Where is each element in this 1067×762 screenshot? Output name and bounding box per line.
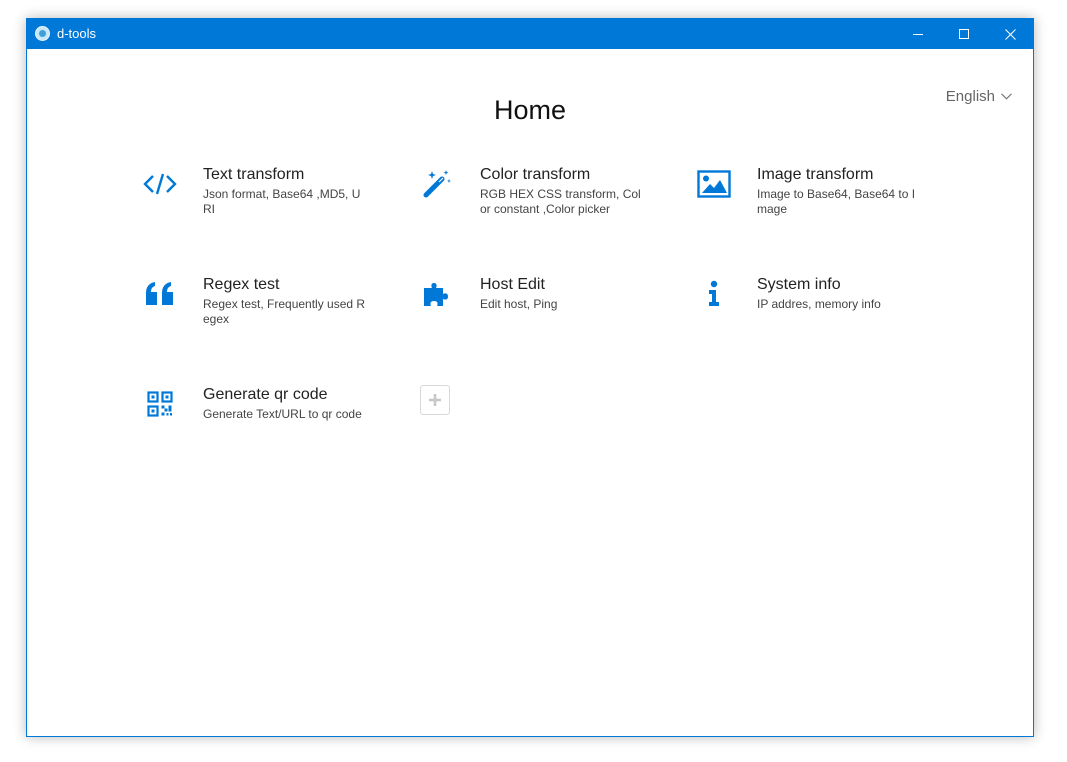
tool-color-transform[interactable]: Color transform RGB HEX CSS transform, C… (420, 165, 680, 245)
language-select[interactable]: English (946, 88, 1012, 105)
magic-wand-icon (420, 167, 454, 201)
tool-system-info[interactable]: System info IP addres, memory info (697, 275, 957, 355)
info-icon (697, 277, 731, 311)
tool-description: Edit host, Ping (480, 297, 558, 311)
qrcode-icon (143, 387, 177, 421)
tool-description: Regex test, Frequently used Regex (203, 297, 366, 326)
window-title: d-tools (57, 26, 97, 41)
main-content: Home English Text transform Json format,… (27, 49, 1033, 737)
tool-name: Image transform (757, 166, 874, 183)
maximize-button[interactable] (941, 19, 987, 49)
tool-generate-qr-code[interactable]: Generate qr code Generate Text/URL to qr… (143, 385, 403, 465)
plus-icon (429, 394, 441, 406)
tool-name: Text transform (203, 166, 305, 183)
tool-name: System info (757, 276, 841, 293)
tool-name: Color transform (480, 166, 591, 183)
close-icon (1004, 28, 1016, 40)
minimize-button[interactable] (895, 19, 941, 49)
tool-description: Image to Base64, Base64 to Image (757, 187, 916, 216)
add-tool-button[interactable] (420, 385, 450, 415)
tool-description: IP addres, memory info (757, 297, 881, 311)
tool-image-transform[interactable]: Image transform Image to Base64, Base64 … (697, 165, 957, 245)
tool-host-edit[interactable]: Host Edit Edit host, Ping (420, 275, 680, 355)
minimize-icon (913, 34, 923, 35)
app-window: d-tools Home English Text transform Json… (26, 18, 1034, 737)
tool-description: Generate Text/URL to qr code (203, 407, 362, 421)
chevron-down-icon (1001, 93, 1012, 100)
quote-icon (143, 277, 177, 311)
code-icon (143, 167, 177, 201)
tool-text-transform[interactable]: Text transform Json format, Base64 ,MD5,… (143, 165, 403, 245)
tool-description: Json format, Base64 ,MD5, URI (203, 187, 361, 216)
close-button[interactable] (987, 19, 1033, 49)
page-title: Home (493, 95, 567, 125)
tool-regex-test[interactable]: Regex test Regex test, Frequently used R… (143, 275, 403, 355)
app-logo-icon (35, 26, 50, 41)
language-label: English (945, 88, 995, 105)
maximize-icon (959, 29, 969, 39)
tool-name: Generate qr code (203, 386, 328, 403)
puzzle-icon (420, 277, 454, 311)
tool-name: Host Edit (480, 276, 545, 293)
tool-description: RGB HEX CSS transform, Color constant ,C… (480, 187, 641, 216)
title-bar[interactable]: d-tools (27, 19, 1033, 49)
tool-name: Regex test (203, 276, 280, 293)
image-icon (697, 167, 731, 201)
